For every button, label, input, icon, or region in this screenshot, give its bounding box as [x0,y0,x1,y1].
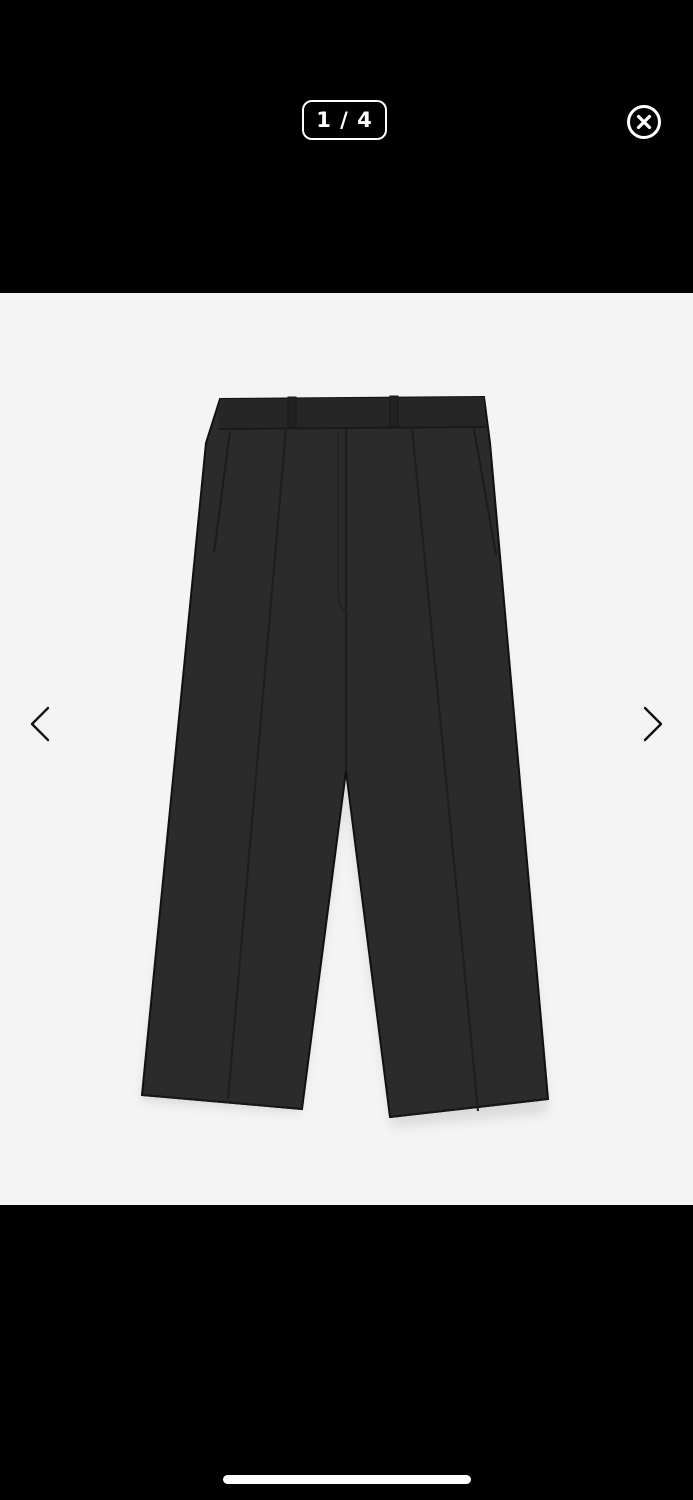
image-stage [0,293,693,1205]
previous-image-button[interactable] [20,694,60,754]
chevron-left-icon [30,706,50,742]
next-image-button[interactable] [633,694,673,754]
close-circle-icon [627,105,661,139]
product-image-trousers[interactable] [0,293,693,1205]
image-counter: 1 / 4 [302,100,387,140]
viewer-footer [0,1205,693,1500]
close-button[interactable] [624,102,664,142]
chevron-right-icon [643,706,663,742]
image-counter-text: 1 / 4 [316,108,373,132]
home-indicator[interactable] [223,1475,471,1484]
viewer-header: 1 / 4 [0,0,693,293]
